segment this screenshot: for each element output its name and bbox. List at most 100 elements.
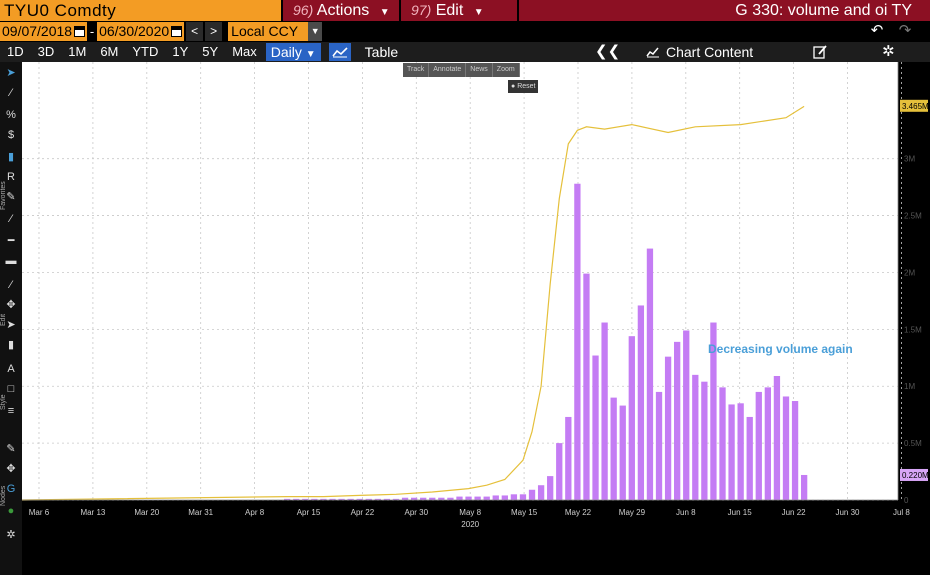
reset-label: Reset — [517, 83, 536, 90]
x-tick-label: May 22 — [565, 508, 592, 517]
volume-bar — [773, 375, 781, 500]
x-tick-label: Mar 6 — [29, 508, 50, 517]
volume-bar — [646, 248, 654, 500]
diagonal-icon[interactable]: ⁄ — [4, 278, 18, 292]
calendar-icon[interactable] — [74, 26, 86, 37]
chart-floating-toolbar: Track Annotate News Zoom — [403, 63, 520, 77]
sidebar-label-edit: Edit — [0, 313, 7, 326]
chart-content-button[interactable]: Chart Content — [646, 42, 753, 62]
gear-icon[interactable]: ✲ — [882, 42, 895, 62]
volume-bar — [692, 374, 699, 500]
line-draw-icon[interactable]: ⁄ — [4, 86, 18, 100]
volume-bar — [701, 381, 708, 500]
floating-track-button[interactable]: Track — [403, 63, 430, 77]
text-icon[interactable]: A — [4, 362, 18, 376]
chevron-down-icon: ▼ — [379, 7, 390, 18]
collapse-icon[interactable]: ❮❮ — [595, 42, 620, 62]
redo-icon[interactable]: ↷ — [894, 22, 916, 40]
edit-menu-label: Edit — [435, 2, 464, 19]
chevron-right-icon[interactable]: > — [205, 22, 223, 41]
start-date-value: 09/07/2018 — [2, 23, 73, 39]
volume-bar — [501, 495, 508, 500]
x-tick-label: Apr 8 — [245, 508, 265, 517]
range-button-1m[interactable]: 1M — [61, 42, 93, 62]
start-date-field[interactable]: 09/07/2018 — [0, 22, 88, 41]
x-tick-label: Mar 31 — [188, 508, 213, 517]
x-tick-label: Jul 8 — [893, 508, 910, 517]
x-tick-label: Apr 22 — [351, 508, 375, 517]
line-chart-icon[interactable] — [328, 43, 351, 61]
range-button-6m[interactable]: 6M — [93, 42, 125, 62]
x-tick-label: May 15 — [511, 508, 538, 517]
brush-icon[interactable]: ⁄ — [4, 212, 18, 226]
x-tick-label: Mar 20 — [134, 508, 159, 517]
reset-icon: ● — [511, 83, 516, 90]
volume-bar — [746, 416, 753, 500]
end-date-field[interactable]: 06/30/2020 — [97, 22, 185, 41]
frequency-select[interactable]: Daily ▼ — [265, 43, 321, 61]
chart-content-label: Chart Content — [666, 44, 754, 60]
x-year-label: 2020 — [461, 520, 479, 529]
range-button-1d[interactable]: 1D — [0, 42, 31, 62]
volume-bar — [556, 443, 563, 500]
x-tick-label: May 8 — [459, 508, 481, 517]
chart-annotation: Decreasing volume again — [708, 342, 853, 356]
volume-last-value: 0.220M — [902, 471, 929, 480]
pointer-icon[interactable]: ➤ — [4, 66, 18, 80]
undo-icon[interactable]: ↶ — [866, 22, 888, 40]
y-tick-label: 0.5M — [904, 439, 922, 448]
x-tick-label: Mar 13 — [80, 508, 105, 517]
eraser-icon[interactable]: ▬ — [4, 254, 18, 268]
currency-select[interactable]: Local CCY — [228, 22, 309, 41]
dollar-tool-icon[interactable]: $ — [4, 128, 18, 142]
volume-bar — [782, 396, 790, 500]
actions-menu[interactable]: 96) Actions ▼ — [281, 0, 399, 21]
palette-icon[interactable]: ● — [4, 504, 18, 518]
calendar-icon[interactable] — [171, 26, 183, 37]
volume-bar — [764, 387, 772, 500]
table-button[interactable]: Table — [365, 44, 398, 60]
range-button-1y[interactable]: 1Y — [165, 42, 195, 62]
drawing-tools-strip: ➤ ⁄ % $ ▮ R ✎ ⁄ ━ ▬ ⁄ ✥ ➤ ▮ A □ ≡ ✎ ✥ G … — [0, 62, 22, 575]
end-date-value: 06/30/2020 — [99, 23, 170, 39]
floating-zoom-button[interactable]: Zoom — [493, 63, 520, 77]
x-tick-label: May 29 — [619, 508, 646, 517]
x-tick-label: Apr 30 — [405, 508, 429, 517]
range-button-5y[interactable]: 5Y — [195, 42, 225, 62]
volume-oi-chart[interactable]: Mar 6 Mar 13 Mar 20 Mar 31 Apr 8 Apr 15 Apr 22… — [22, 62, 930, 575]
page-title: G 330: volume and oi TY — [517, 0, 930, 21]
horizontal-line-icon[interactable]: ━ — [4, 234, 18, 248]
floating-annotate-button[interactable]: Annotate — [429, 63, 467, 77]
edit-pencil-icon[interactable] — [812, 44, 828, 60]
volume-bar — [674, 341, 681, 500]
x-tick-label: Jun 22 — [782, 508, 807, 517]
floating-news-button[interactable]: News — [466, 63, 493, 77]
volume-bar — [664, 356, 672, 500]
sidebar-label-style: Style — [0, 394, 7, 410]
reset-button[interactable]: ● Reset — [508, 80, 539, 93]
volume-bar — [637, 305, 645, 500]
range-button-3d[interactable]: 3D — [31, 42, 62, 62]
volume-bar — [519, 494, 527, 500]
range-button-max[interactable]: Max — [225, 42, 264, 62]
volume-bar — [547, 476, 554, 500]
volume-bar — [683, 330, 690, 500]
chevron-left-icon[interactable]: < — [186, 22, 204, 41]
node-pen-icon[interactable]: ✎ — [4, 442, 18, 456]
gear-icon[interactable]: ✲ — [4, 528, 18, 542]
ticker-field[interactable]: TYU0 Comdty — [0, 0, 281, 21]
chevron-down-icon: ▼ — [473, 7, 484, 18]
volume-bar — [583, 273, 590, 500]
volume-bar — [728, 404, 735, 500]
y-tick-label: 3M — [904, 155, 915, 164]
volume-bar — [465, 496, 472, 500]
percent-tool-icon[interactable]: % — [4, 108, 18, 122]
trash-icon[interactable]: ▮ — [4, 338, 18, 352]
range-button-ytd[interactable]: YTD — [125, 42, 165, 62]
volume-bar — [510, 494, 518, 500]
edit-menu[interactable]: 97) Edit ▼ — [399, 0, 517, 21]
volume-bar — [592, 355, 599, 500]
edit-menu-number: 97) — [411, 2, 432, 18]
volume-bar — [492, 495, 499, 500]
chevron-down-icon[interactable]: ▼ — [308, 22, 323, 41]
